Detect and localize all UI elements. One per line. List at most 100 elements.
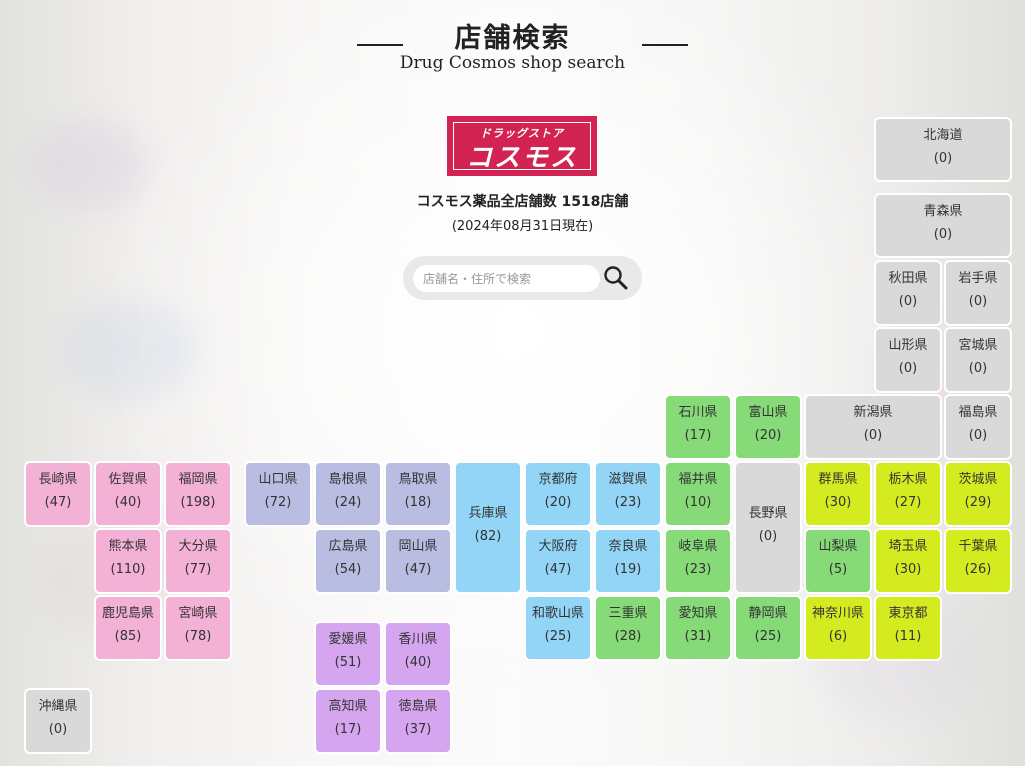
prefecture-name: 三重県 bbox=[608, 606, 648, 621]
cosmos-logo: ドラッグストア コスモス bbox=[447, 116, 597, 176]
prefecture-store-count: (28) bbox=[614, 629, 642, 644]
prefecture-name: 滋賀県 bbox=[608, 472, 648, 487]
prefecture-name: 石川県 bbox=[678, 405, 718, 420]
prefecture-fukushima[interactable]: 福島県 (0) bbox=[944, 394, 1012, 460]
search-icon bbox=[604, 266, 628, 290]
prefecture-store-count: (0) bbox=[933, 151, 953, 166]
prefecture-name: 京都府 bbox=[538, 472, 578, 487]
prefecture-tokushima[interactable]: 徳島県 (37) bbox=[384, 688, 452, 754]
prefecture-ibaraki[interactable]: 茨城県 (29) bbox=[944, 461, 1012, 527]
page-subtitle: Drug Cosmos shop search bbox=[399, 53, 626, 73]
prefecture-iwate[interactable]: 岩手県 (0) bbox=[944, 260, 1012, 326]
prefecture-name: 新潟県 bbox=[853, 405, 893, 420]
prefecture-nagano[interactable]: 長野県 (0) bbox=[734, 461, 802, 594]
prefecture-store-count: (0) bbox=[968, 428, 988, 443]
prefecture-okinawa[interactable]: 沖縄県 (0) bbox=[24, 688, 92, 754]
prefecture-store-count: (78) bbox=[184, 629, 212, 644]
search-input[interactable] bbox=[413, 265, 600, 292]
prefecture-name: 愛媛県 bbox=[328, 632, 368, 647]
prefecture-name: 長崎県 bbox=[38, 472, 78, 487]
prefecture-miyagi[interactable]: 宮城県 (0) bbox=[944, 327, 1012, 393]
prefecture-store-count: (20) bbox=[544, 495, 572, 510]
prefecture-store-count: (27) bbox=[894, 495, 922, 510]
prefecture-store-count: (6) bbox=[828, 629, 848, 644]
prefecture-yamagata[interactable]: 山形県 (0) bbox=[874, 327, 942, 393]
prefecture-tochigi[interactable]: 栃木県 (27) bbox=[874, 461, 942, 527]
prefecture-toyama[interactable]: 富山県 (20) bbox=[734, 394, 802, 460]
prefecture-akita[interactable]: 秋田県 (0) bbox=[874, 260, 942, 326]
prefecture-name: 大阪府 bbox=[538, 539, 578, 554]
prefecture-hyogo[interactable]: 兵庫県 (82) bbox=[454, 461, 522, 594]
prefecture-name: 鹿児島県 bbox=[101, 606, 154, 621]
prefecture-wakayama[interactable]: 和歌山県 (25) bbox=[524, 595, 592, 661]
prefecture-store-count: (24) bbox=[334, 495, 362, 510]
prefecture-store-count: (82) bbox=[474, 529, 502, 544]
prefecture-gifu[interactable]: 岐阜県 (23) bbox=[664, 528, 732, 594]
prefecture-ishikawa[interactable]: 石川県 (17) bbox=[664, 394, 732, 460]
prefecture-mie[interactable]: 三重県 (28) bbox=[594, 595, 662, 661]
prefecture-miyazaki[interactable]: 宮崎県 (78) bbox=[164, 595, 232, 661]
prefecture-okayama[interactable]: 岡山県 (47) bbox=[384, 528, 452, 594]
prefecture-ehime[interactable]: 愛媛県 (51) bbox=[314, 621, 382, 687]
prefecture-name: 埼玉県 bbox=[888, 539, 928, 554]
prefecture-tokyo[interactable]: 東京都 (11) bbox=[874, 595, 942, 661]
prefecture-name: 岐阜県 bbox=[678, 539, 718, 554]
prefecture-name: 青森県 bbox=[923, 204, 963, 219]
prefecture-osaka[interactable]: 大阪府 (47) bbox=[524, 528, 592, 594]
prefecture-name: 東京都 bbox=[888, 606, 928, 621]
prefecture-store-count: (47) bbox=[404, 562, 432, 577]
prefecture-nagasaki[interactable]: 長崎県 (47) bbox=[24, 461, 92, 527]
prefecture-name: 福岡県 bbox=[178, 472, 218, 487]
prefecture-store-count: (0) bbox=[863, 428, 883, 443]
prefecture-shiga[interactable]: 滋賀県 (23) bbox=[594, 461, 662, 527]
prefecture-yamaguchi[interactable]: 山口県 (72) bbox=[244, 461, 312, 527]
prefecture-name: 大分県 bbox=[178, 539, 218, 554]
prefecture-name: 山形県 bbox=[888, 338, 928, 353]
prefecture-yamanashi[interactable]: 山梨県 (5) bbox=[804, 528, 872, 594]
prefecture-store-count: (11) bbox=[894, 629, 922, 644]
prefecture-name: 岩手県 bbox=[958, 271, 998, 286]
prefecture-kanagawa[interactable]: 神奈川県 (6) bbox=[804, 595, 872, 661]
prefecture-store-count: (19) bbox=[614, 562, 642, 577]
prefecture-hiroshima[interactable]: 広島県 (54) bbox=[314, 528, 382, 594]
prefecture-shimane[interactable]: 島根県 (24) bbox=[314, 461, 382, 527]
prefecture-name: 千葉県 bbox=[958, 539, 998, 554]
prefecture-store-count: (5) bbox=[828, 562, 848, 577]
prefecture-niigata[interactable]: 新潟県 (0) bbox=[804, 394, 942, 460]
prefecture-store-count: (26) bbox=[964, 562, 992, 577]
prefecture-name: 群馬県 bbox=[818, 472, 858, 487]
prefecture-fukui[interactable]: 福井県 (10) bbox=[664, 461, 732, 527]
prefecture-store-count: (47) bbox=[44, 495, 72, 510]
prefecture-aichi[interactable]: 愛知県 (31) bbox=[664, 595, 732, 661]
prefecture-name: 長野県 bbox=[748, 506, 788, 521]
prefecture-store-count: (110) bbox=[110, 562, 146, 577]
prefecture-nara[interactable]: 奈良県 (19) bbox=[594, 528, 662, 594]
prefecture-oita[interactable]: 大分県 (77) bbox=[164, 528, 232, 594]
prefecture-shizuoka[interactable]: 静岡県 (25) bbox=[734, 595, 802, 661]
prefecture-gunma[interactable]: 群馬県 (30) bbox=[804, 461, 872, 527]
prefecture-store-count: (23) bbox=[684, 562, 712, 577]
prefecture-kumamoto[interactable]: 熊本県 (110) bbox=[94, 528, 162, 594]
prefecture-name: 栃木県 bbox=[888, 472, 928, 487]
prefecture-store-count: (0) bbox=[968, 361, 988, 376]
prefecture-store-count: (30) bbox=[824, 495, 852, 510]
prefecture-kochi[interactable]: 高知県 (17) bbox=[314, 688, 382, 754]
page-header: 店舗検索 Drug Cosmos shop search bbox=[0, 0, 1025, 80]
prefecture-name: 神奈川県 bbox=[811, 606, 864, 621]
prefecture-name: 山梨県 bbox=[818, 539, 858, 554]
prefecture-name: 岡山県 bbox=[398, 539, 438, 554]
prefecture-saitama[interactable]: 埼玉県 (30) bbox=[874, 528, 942, 594]
search-button[interactable] bbox=[600, 262, 632, 294]
prefecture-saga[interactable]: 佐賀県 (40) bbox=[94, 461, 162, 527]
prefecture-name: 鳥取県 bbox=[398, 472, 438, 487]
prefecture-aomori[interactable]: 青森県 (0) bbox=[874, 193, 1012, 258]
prefecture-kagoshima[interactable]: 鹿児島県 (85) bbox=[94, 595, 162, 661]
prefecture-tottori[interactable]: 鳥取県 (18) bbox=[384, 461, 452, 527]
prefecture-name: 富山県 bbox=[748, 405, 788, 420]
prefecture-store-count: (85) bbox=[114, 629, 142, 644]
prefecture-hokkaido[interactable]: 北海道 (0) bbox=[874, 117, 1012, 182]
prefecture-kagawa[interactable]: 香川県 (40) bbox=[384, 621, 452, 687]
prefecture-kyoto[interactable]: 京都府 (20) bbox=[524, 461, 592, 527]
prefecture-chiba[interactable]: 千葉県 (26) bbox=[944, 528, 1012, 594]
prefecture-fukuoka[interactable]: 福岡県 (198) bbox=[164, 461, 232, 527]
